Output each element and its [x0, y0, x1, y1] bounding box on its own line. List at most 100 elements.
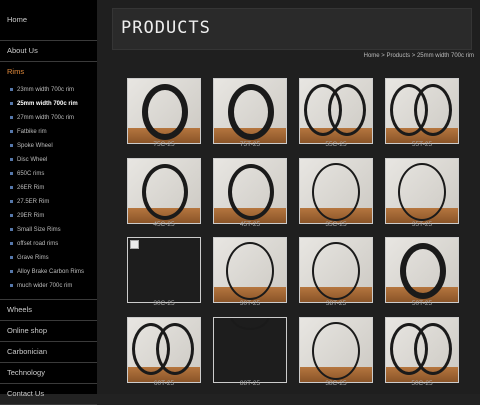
product-image[interactable]	[213, 317, 287, 383]
product-image[interactable]	[385, 158, 459, 224]
nav-rims[interactable]: Rims	[0, 62, 97, 82]
rims-submenu-item[interactable]: 27.5ER Rim	[0, 195, 97, 209]
product-card[interactable]: 50C-25	[385, 317, 459, 389]
product-label[interactable]: 45T-25	[213, 221, 287, 228]
product-label[interactable]: 50C-25	[385, 380, 459, 387]
rims-submenu-item[interactable]: 650C rims	[0, 167, 97, 181]
page-title: PRODUCTS	[121, 18, 211, 38]
product-card[interactable]: 30C-25	[127, 237, 201, 309]
submenu-label: Fatbike rim	[17, 129, 47, 135]
submenu-label: 650C rims	[17, 171, 45, 177]
rim-shape	[230, 318, 270, 330]
bullet-icon	[10, 171, 13, 175]
main-content: PRODUCTS Home > Products > 25mm width 70…	[97, 0, 480, 394]
bullet-icon	[10, 199, 13, 203]
product-image[interactable]	[299, 237, 373, 303]
product-card[interactable]: 35T-25	[385, 158, 459, 230]
rims-submenu-item[interactable]: offset road rims	[0, 237, 97, 251]
rims-submenu-item[interactable]: 25mm width 700c rim	[0, 97, 97, 111]
rims-submenu-item[interactable]: 27mm width 700c rim	[0, 111, 97, 125]
bullet-icon	[10, 213, 13, 217]
bullet-icon	[10, 101, 13, 105]
product-label[interactable]: 45C-25	[127, 221, 201, 228]
rim-shape	[228, 84, 274, 140]
product-image[interactable]	[385, 237, 459, 303]
product-label[interactable]: 30C-25	[127, 300, 201, 307]
product-card[interactable]: 75C-25	[127, 78, 201, 150]
product-card[interactable]: 55C-25	[299, 78, 373, 150]
bullet-icon	[10, 129, 13, 133]
product-card[interactable]: 55T-25	[385, 78, 459, 150]
product-card[interactable]: 35C-25	[299, 158, 373, 230]
product-label[interactable]: 30T-25	[213, 300, 287, 307]
product-label[interactable]: 55T-25	[385, 141, 459, 148]
product-image[interactable]	[127, 317, 201, 383]
rims-submenu: 23mm width 700c rim 25mm width 700c rim 27…	[0, 82, 97, 300]
product-image[interactable]	[299, 317, 373, 383]
bullet-icon	[10, 255, 13, 259]
sidebar-nav: Home About Us Rims 23mm width 700c rim 25…	[0, 0, 97, 405]
rim-shape	[414, 323, 452, 375]
product-label[interactable]: 75T-25	[213, 141, 287, 148]
rims-submenu-item[interactable]: 26ER Rim	[0, 181, 97, 195]
rims-submenu-item[interactable]: Alloy Brake Carbon Rims	[0, 265, 97, 279]
product-label[interactable]: 38C-25	[299, 380, 373, 387]
product-card[interactable]: 88T-25	[213, 317, 287, 389]
product-label[interactable]: 38T-25	[299, 300, 373, 307]
rims-submenu-item[interactable]: 23mm width 700c rim	[0, 83, 97, 97]
rim-shape	[228, 164, 274, 220]
product-image[interactable]	[299, 158, 373, 224]
product-image[interactable]	[385, 317, 459, 383]
product-label[interactable]: 75C-25	[127, 141, 201, 148]
rims-submenu-item[interactable]: Grave Rims	[0, 251, 97, 265]
header-banner: PRODUCTS	[112, 8, 472, 50]
submenu-label: Alloy Brake Carbon Rims	[17, 269, 85, 275]
nav-about-us[interactable]: About Us	[0, 41, 97, 62]
nav-carbonician[interactable]: Carbonician	[0, 342, 97, 363]
product-card[interactable]: 45C-25	[127, 158, 201, 230]
nav-contact-us[interactable]: Contact Us	[0, 384, 97, 405]
product-label[interactable]: 55C-25	[299, 141, 373, 148]
submenu-label: Small Size Rims	[17, 227, 61, 233]
nav-technology[interactable]: Technology	[0, 363, 97, 384]
rims-submenu-item[interactable]: Spoke Wheel	[0, 139, 97, 153]
rim-shape	[414, 84, 452, 136]
rim-shape	[398, 163, 446, 221]
nav-online-shop[interactable]: Online shop	[0, 321, 97, 342]
product-label[interactable]: 35T-25	[385, 221, 459, 228]
nav-wheels[interactable]: Wheels	[0, 300, 97, 321]
rims-submenu-item[interactable]: much wider 700c rim	[0, 279, 97, 293]
rims-submenu-item[interactable]: Disc Wheel	[0, 153, 97, 167]
product-card[interactable]: 60T-25	[127, 317, 201, 389]
product-image[interactable]	[299, 78, 373, 144]
product-card[interactable]: 38T-25	[299, 237, 373, 309]
product-card[interactable]: 38C-25	[299, 317, 373, 389]
bullet-icon	[10, 185, 13, 189]
product-card[interactable]: 45T-25	[213, 158, 287, 230]
rims-submenu-item[interactable]: Fatbike rim	[0, 125, 97, 139]
nav-home[interactable]: Home	[0, 0, 97, 41]
product-image[interactable]	[127, 237, 201, 303]
product-image[interactable]	[385, 78, 459, 144]
product-label[interactable]: 60T-25	[127, 380, 201, 387]
rim-shape	[328, 84, 366, 136]
rims-submenu-item[interactable]: Small Size Rims	[0, 223, 97, 237]
rims-submenu-item[interactable]: 29ER Rim	[0, 209, 97, 223]
product-image[interactable]	[127, 78, 201, 144]
product-label[interactable]: 35C-25	[299, 221, 373, 228]
submenu-label: Grave Rims	[17, 255, 49, 261]
product-card[interactable]: 30T-25	[213, 237, 287, 309]
product-label[interactable]: 50T-25	[385, 300, 459, 307]
bullet-icon	[10, 269, 13, 273]
product-label[interactable]: 88T-25	[213, 380, 287, 387]
bullet-icon	[10, 227, 13, 231]
product-card[interactable]: 50T-25	[385, 237, 459, 309]
product-image[interactable]	[213, 158, 287, 224]
broken-image-icon	[130, 240, 139, 249]
product-image[interactable]	[213, 237, 287, 303]
bullet-icon	[10, 283, 13, 287]
submenu-label: 29ER Rim	[17, 213, 45, 219]
product-card[interactable]: 75T-25	[213, 78, 287, 150]
product-image[interactable]	[213, 78, 287, 144]
product-image[interactable]	[127, 158, 201, 224]
